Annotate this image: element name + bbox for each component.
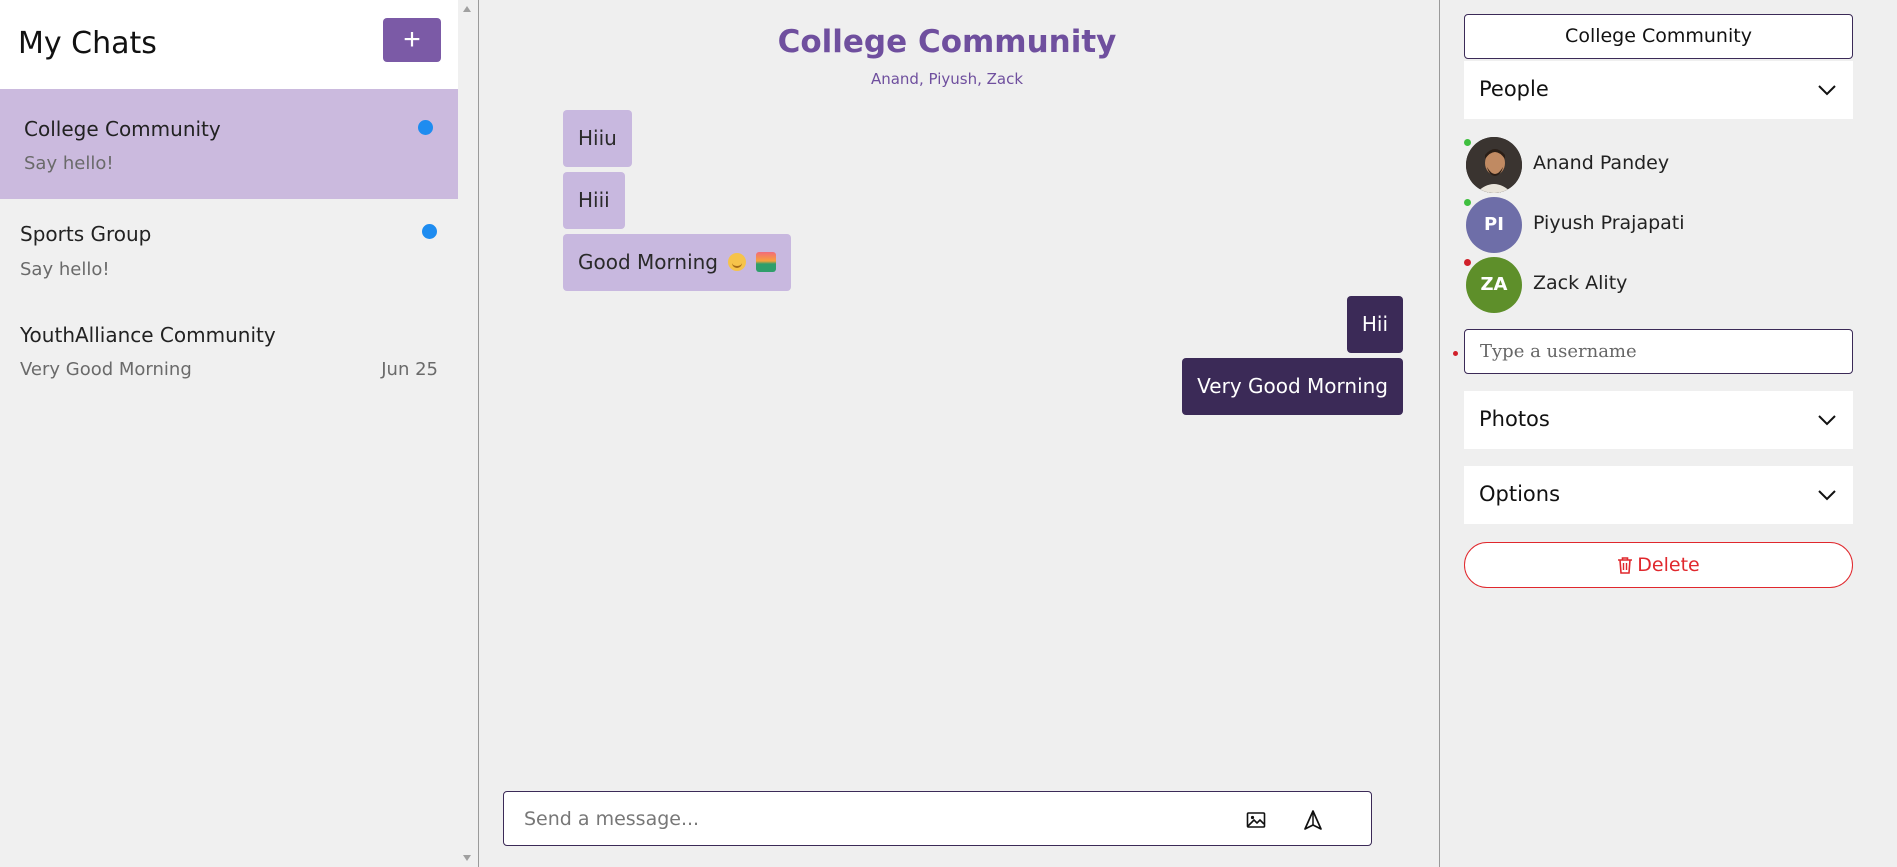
sunrise-icon xyxy=(756,252,776,272)
avatar xyxy=(1466,137,1522,193)
photos-accordion[interactable]: Photos xyxy=(1464,391,1853,449)
chat-preview: Very Good Morning xyxy=(20,359,192,380)
chat-preview: Say hello! xyxy=(24,153,114,174)
outgoing-message: Very Good Morning xyxy=(1182,358,1403,415)
offline-status-dot xyxy=(1464,259,1471,266)
person-piyush-prajapati[interactable]: PI Piyush Prajapati xyxy=(1464,197,1853,253)
chat-name: Sports Group xyxy=(20,222,152,246)
delete-group-button[interactable]: Delete xyxy=(1464,542,1853,588)
incoming-message: Hiiu xyxy=(563,110,632,167)
message-input[interactable] xyxy=(524,804,1164,834)
scroll-down-arrow-icon[interactable] xyxy=(463,855,471,861)
plus-icon: + xyxy=(403,23,421,56)
smiling-face-icon xyxy=(728,253,746,271)
message-text: Good Morning xyxy=(578,250,718,274)
chat-preview: Say hello! xyxy=(20,259,110,280)
send-icon[interactable] xyxy=(1301,808,1325,832)
trash-icon xyxy=(1618,557,1633,574)
person-name: Zack Ality xyxy=(1533,272,1628,294)
unread-indicator xyxy=(422,224,437,239)
accordion-label: Photos xyxy=(1479,407,1550,431)
chat-list-item-youthalliance-community[interactable]: YouthAlliance Community Very Good Mornin… xyxy=(0,309,458,389)
chat-name: YouthAlliance Community xyxy=(20,323,276,347)
outgoing-message: Hii xyxy=(1346,296,1403,353)
chat-list-sidebar: My Chats + College Community Say hello! … xyxy=(0,0,458,867)
person-name: Piyush Prajapati xyxy=(1533,212,1685,234)
online-status-dot xyxy=(1464,139,1471,146)
new-group-chat-button[interactable]: + xyxy=(383,18,441,62)
sidebar-header: My Chats + xyxy=(0,0,458,89)
accordion-label: People xyxy=(1479,77,1549,101)
message-text: Hii xyxy=(1361,312,1388,336)
chevron-down-icon xyxy=(1818,415,1836,426)
chat-list-item-college-community[interactable]: College Community Say hello! xyxy=(0,89,458,199)
scroll-up-arrow-icon[interactable] xyxy=(463,6,471,12)
person-name: Anand Pandey xyxy=(1533,152,1670,174)
message-text: Very Good Morning xyxy=(1197,374,1388,398)
people-accordion[interactable]: People xyxy=(1464,61,1853,119)
unread-indicator xyxy=(418,120,433,135)
chevron-down-icon xyxy=(1818,85,1836,96)
incoming-message: Good Morning xyxy=(563,234,791,291)
chat-details-panel: College Community People Anand Pandey PI… xyxy=(1440,0,1897,867)
chat-date: Jun 25 xyxy=(381,359,438,380)
required-indicator xyxy=(1453,351,1458,356)
chat-members: Anand, Piyush, Zack xyxy=(870,70,1024,88)
person-anand-pandey[interactable]: Anand Pandey xyxy=(1464,137,1853,193)
delete-label: Delete xyxy=(1637,554,1700,576)
message-text: Hiii xyxy=(578,188,610,212)
avatar: PI xyxy=(1466,197,1522,253)
accordion-label: Options xyxy=(1479,482,1561,506)
options-accordion[interactable]: Options xyxy=(1464,466,1853,524)
chat-list-item-sports-group[interactable]: Sports Group Say hello! xyxy=(0,199,458,299)
incoming-message: Hiii xyxy=(563,172,625,229)
sidebar-title: My Chats xyxy=(18,26,157,61)
sidebar-scrollbar[interactable] xyxy=(458,0,478,867)
person-zack-ality[interactable]: ZA Zack Ality xyxy=(1464,257,1853,313)
avatar: ZA xyxy=(1466,257,1522,313)
message-composer xyxy=(503,791,1372,846)
chat-name: College Community xyxy=(24,117,221,141)
message-text: Hiiu xyxy=(578,126,617,150)
chevron-down-icon xyxy=(1818,490,1836,501)
group-name-button[interactable]: College Community xyxy=(1464,14,1853,59)
chat-window: College Community Anand, Piyush, Zack Hi… xyxy=(479,0,1888,867)
username-search-input[interactable] xyxy=(1464,329,1853,374)
image-icon[interactable] xyxy=(1244,808,1268,832)
profile-photo xyxy=(1466,137,1522,193)
online-status-dot xyxy=(1464,199,1471,206)
chat-title: College Community xyxy=(777,24,1117,60)
